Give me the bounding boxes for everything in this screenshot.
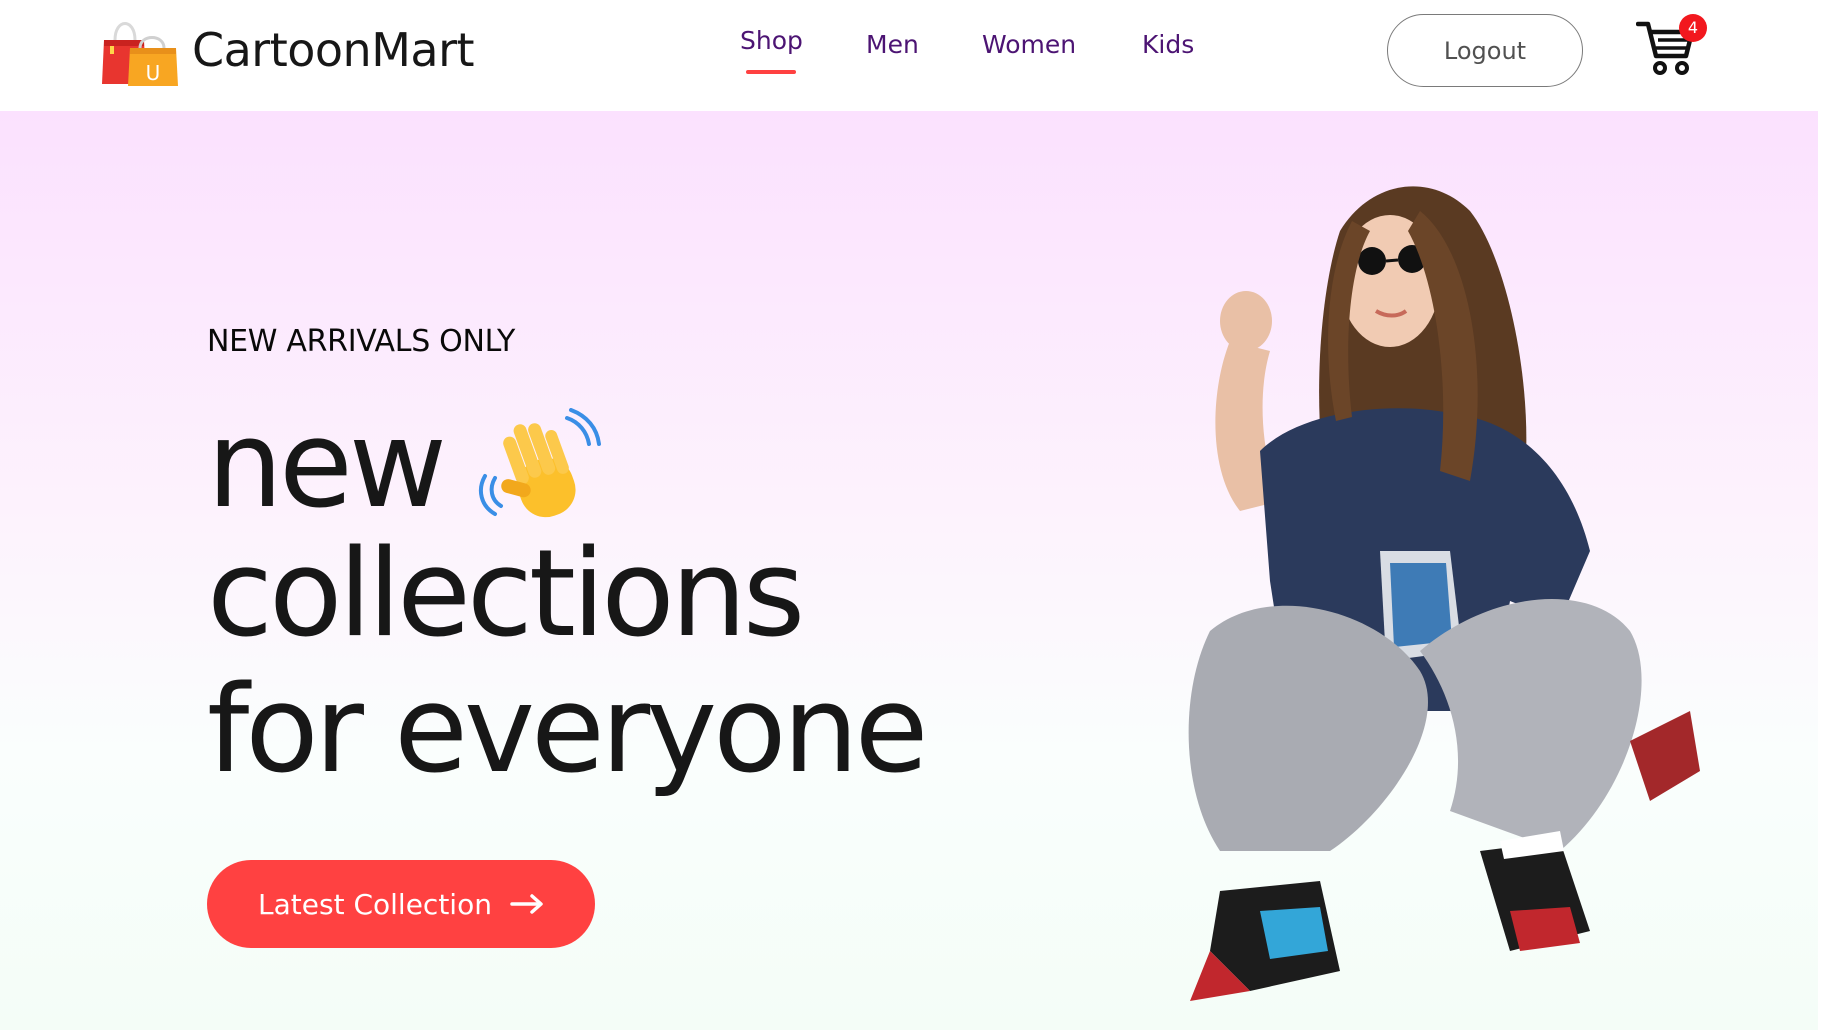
active-nav-underline xyxy=(746,70,797,74)
nav-item-shop[interactable]: Shop xyxy=(740,26,803,74)
arrow-right-icon xyxy=(510,894,543,914)
nav-item-label: Kids xyxy=(1142,30,1195,59)
cta-label: Latest Collection xyxy=(258,887,492,921)
cart-button[interactable]: 4 xyxy=(1636,14,1708,76)
hero-model-image xyxy=(1188,186,1700,1001)
waving-hand-icon xyxy=(478,408,602,518)
nav-item-label: Men xyxy=(866,30,919,59)
latest-collection-button[interactable]: Latest Collection xyxy=(207,860,595,948)
nav-item-label: Shop xyxy=(740,26,803,55)
nav-item-label: Women xyxy=(982,30,1077,59)
hero-headline-text-1: new xyxy=(207,396,447,535)
nav-item-men[interactable]: Men xyxy=(866,30,919,59)
hero-headline-line-2: collections xyxy=(207,525,805,664)
hero-section: NEW ARRIVALS ONLY new collections for ev… xyxy=(0,111,1826,1030)
nav-item-women[interactable]: Women xyxy=(982,30,1076,59)
hero-headline-line-3: for everyone xyxy=(207,661,928,800)
hero-headline-line-1: new xyxy=(207,396,602,535)
navbar: U CartoonMart Shop Men Women Kids Logout… xyxy=(0,0,1826,111)
logout-button[interactable]: Logout xyxy=(1387,14,1583,87)
nav-item-kids[interactable]: Kids xyxy=(1142,30,1194,59)
hero-edge-strip xyxy=(1818,111,1826,1030)
hero-kicker: NEW ARRIVALS ONLY xyxy=(207,324,516,359)
cart-count-badge: 4 xyxy=(1679,14,1707,42)
hero-text-block: NEW ARRIVALS ONLY new collections for ev… xyxy=(207,111,1067,1030)
